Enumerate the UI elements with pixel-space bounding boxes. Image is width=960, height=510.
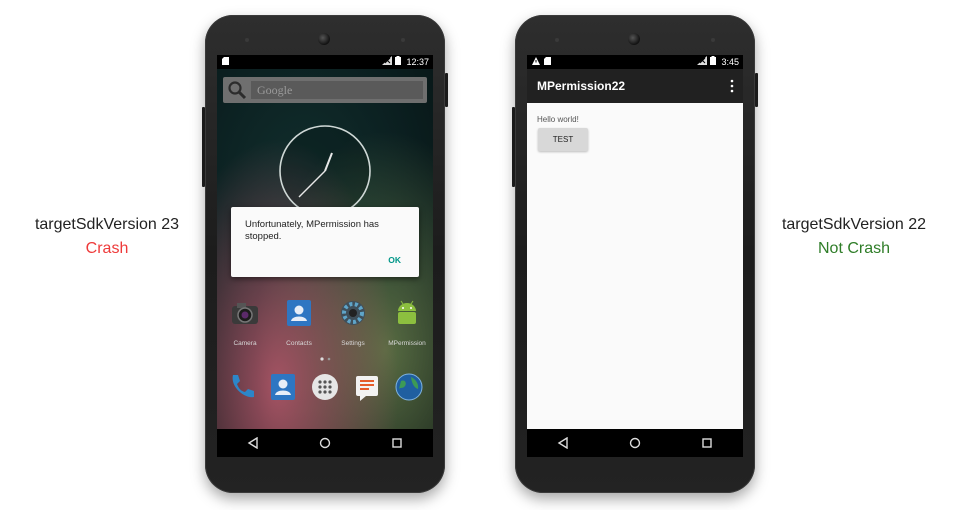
app-drawer-icon[interactable] <box>309 371 341 403</box>
power-button[interactable] <box>445 73 448 107</box>
app-label: Contacts <box>286 340 312 347</box>
left-phone: 12:37 Google Camera Contacts Settings MP… <box>202 15 448 493</box>
recents-icon[interactable] <box>701 437 713 449</box>
ok-button[interactable]: OK <box>388 255 401 265</box>
front-camera <box>318 33 330 45</box>
sensor-dot <box>711 38 715 42</box>
right-caption: targetSdkVersion 22 Not Crash <box>776 216 932 258</box>
back-icon[interactable] <box>247 437 259 449</box>
sd-card-icon <box>544 55 551 69</box>
signal-icon <box>382 55 393 69</box>
left-sdk-label: targetSdkVersion 23 <box>34 216 180 233</box>
status-bar: 12:37 <box>217 55 433 69</box>
contacts-icon[interactable] <box>267 371 299 403</box>
home-icon[interactable] <box>319 437 331 449</box>
home-icon[interactable] <box>629 437 641 449</box>
volume-button[interactable] <box>512 107 515 187</box>
navigation-bar <box>527 429 743 457</box>
front-camera <box>628 33 640 45</box>
messaging-icon[interactable] <box>351 371 383 403</box>
left-screen: 12:37 Google Camera Contacts Settings MP… <box>217 55 433 457</box>
search-icon[interactable] <box>227 80 247 100</box>
app-contacts[interactable]: Contacts <box>274 297 324 347</box>
google-search-bar[interactable]: Google <box>223 77 427 103</box>
power-button[interactable] <box>755 73 758 107</box>
battery-icon <box>710 55 717 69</box>
status-bar: 3:45 <box>527 55 743 69</box>
app-label: MPermission <box>388 340 426 347</box>
warning-icon <box>532 55 540 69</box>
battery-icon <box>395 55 402 69</box>
overflow-menu-icon[interactable] <box>727 77 737 95</box>
home-dock <box>217 371 433 411</box>
speaker-dot <box>555 38 559 42</box>
app-bar: MPermission22 <box>527 69 743 103</box>
analog-clock-widget[interactable] <box>277 123 373 219</box>
contacts-icon <box>287 300 311 326</box>
test-button[interactable]: TEST <box>538 128 588 151</box>
app-label: Settings <box>341 340 365 347</box>
crash-dialog: Unfortunately, MPermission has stopped. … <box>231 207 419 277</box>
volume-button[interactable] <box>202 107 205 187</box>
page-indicator <box>320 357 331 361</box>
navigation-bar <box>217 429 433 457</box>
app-content: Hello world! TEST <box>527 103 743 429</box>
status-time: 3:45 <box>721 57 739 67</box>
browser-icon[interactable] <box>393 371 425 403</box>
app-title: MPermission22 <box>537 79 626 93</box>
phone-icon[interactable] <box>225 371 257 403</box>
right-sdk-label: targetSdkVersion 22 <box>781 216 927 233</box>
app-label: Camera <box>233 340 257 347</box>
right-screen: 3:45 MPermission22 Hello world! TEST <box>527 55 743 457</box>
right-phone: 3:45 MPermission22 Hello world! TEST <box>512 15 758 493</box>
back-icon[interactable] <box>557 437 569 449</box>
left-result-label: Crash <box>85 240 129 257</box>
crash-dialog-message: Unfortunately, MPermission has stopped. <box>245 219 379 242</box>
home-app-row: Camera Contacts Settings MPermission <box>217 297 433 353</box>
sd-card-icon <box>222 55 229 69</box>
signal-icon <box>697 55 708 69</box>
status-time: 12:37 <box>406 57 429 67</box>
sensor-dot <box>401 38 405 42</box>
settings-icon <box>341 301 365 325</box>
search-input[interactable]: Google <box>251 81 423 99</box>
android-icon <box>398 300 416 324</box>
app-settings[interactable]: Settings <box>328 297 378 347</box>
right-result-label: Not Crash <box>817 240 891 257</box>
camera-icon <box>232 303 258 324</box>
app-camera[interactable]: Camera <box>220 297 270 347</box>
speaker-dot <box>245 38 249 42</box>
left-caption: targetSdkVersion 23 Crash <box>30 216 184 258</box>
recents-icon[interactable] <box>391 437 403 449</box>
app-mpermission[interactable]: MPermission <box>382 297 432 347</box>
hello-text: Hello world! <box>537 115 579 124</box>
